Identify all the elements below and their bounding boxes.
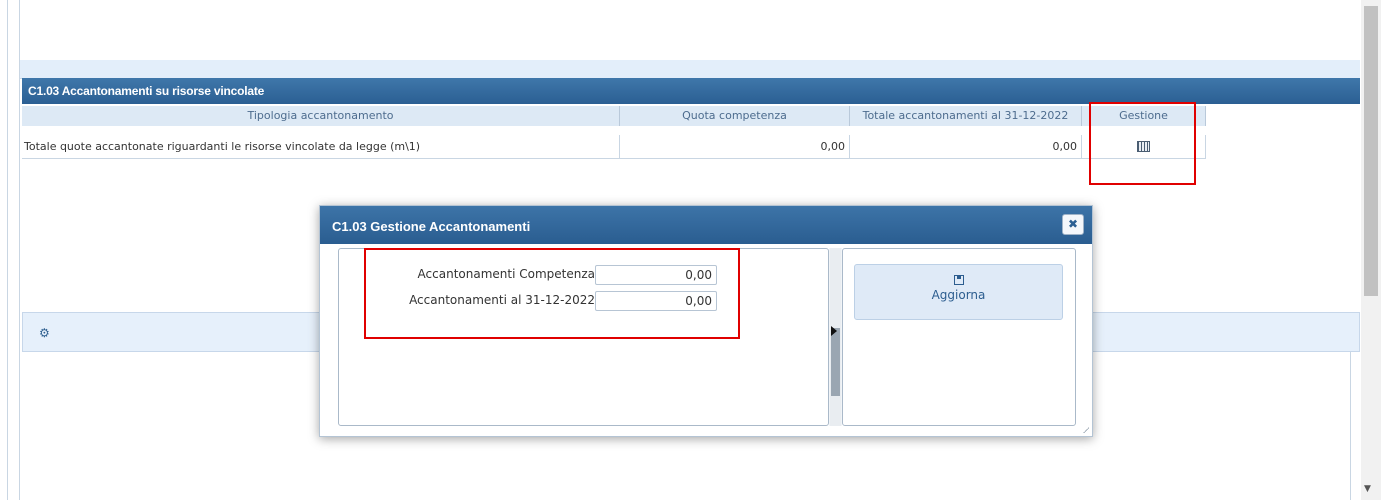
left-border-line bbox=[7, 0, 8, 500]
splitter-grip[interactable] bbox=[831, 328, 840, 396]
close-icon[interactable]: ✖ bbox=[1062, 214, 1084, 235]
resize-grip-icon[interactable] bbox=[1083, 427, 1089, 433]
dialog-title: C1.03 Gestione Accantonamenti bbox=[320, 206, 1092, 244]
highlight-form-fields bbox=[364, 248, 740, 339]
save-icon bbox=[953, 275, 964, 285]
top-strip bbox=[20, 60, 1360, 79]
cell-tipologia: Totale quote accantonate riguardanti le … bbox=[22, 135, 620, 159]
action-pane: Aggiorna bbox=[842, 248, 1076, 426]
expand-arrow-icon[interactable] bbox=[831, 326, 837, 336]
cell-totale: 0,00 bbox=[850, 135, 1082, 159]
column-header-tipologia[interactable]: Tipologia accantonamento bbox=[22, 106, 620, 126]
gear-icon[interactable]: ⚙ bbox=[39, 326, 50, 340]
scroll-down-arrow-icon[interactable]: ▼ bbox=[1364, 484, 1371, 494]
aggiorna-label: Aggiorna bbox=[931, 288, 986, 302]
aggiorna-button[interactable]: Aggiorna bbox=[854, 264, 1063, 320]
top-panel bbox=[20, 0, 1360, 61]
section-title: C1.03 Accantonamenti su risorse vincolat… bbox=[22, 78, 1360, 104]
pane-splitter[interactable] bbox=[829, 248, 842, 426]
scrollbar-thumb[interactable] bbox=[1364, 6, 1378, 296]
column-header-totale[interactable]: Totale accantonamenti al 31-12-2022 bbox=[850, 106, 1082, 126]
highlight-gestione bbox=[1089, 102, 1196, 185]
column-header-quota[interactable]: Quota competenza bbox=[620, 106, 850, 126]
cell-quota-competenza: 0,00 bbox=[620, 135, 850, 159]
